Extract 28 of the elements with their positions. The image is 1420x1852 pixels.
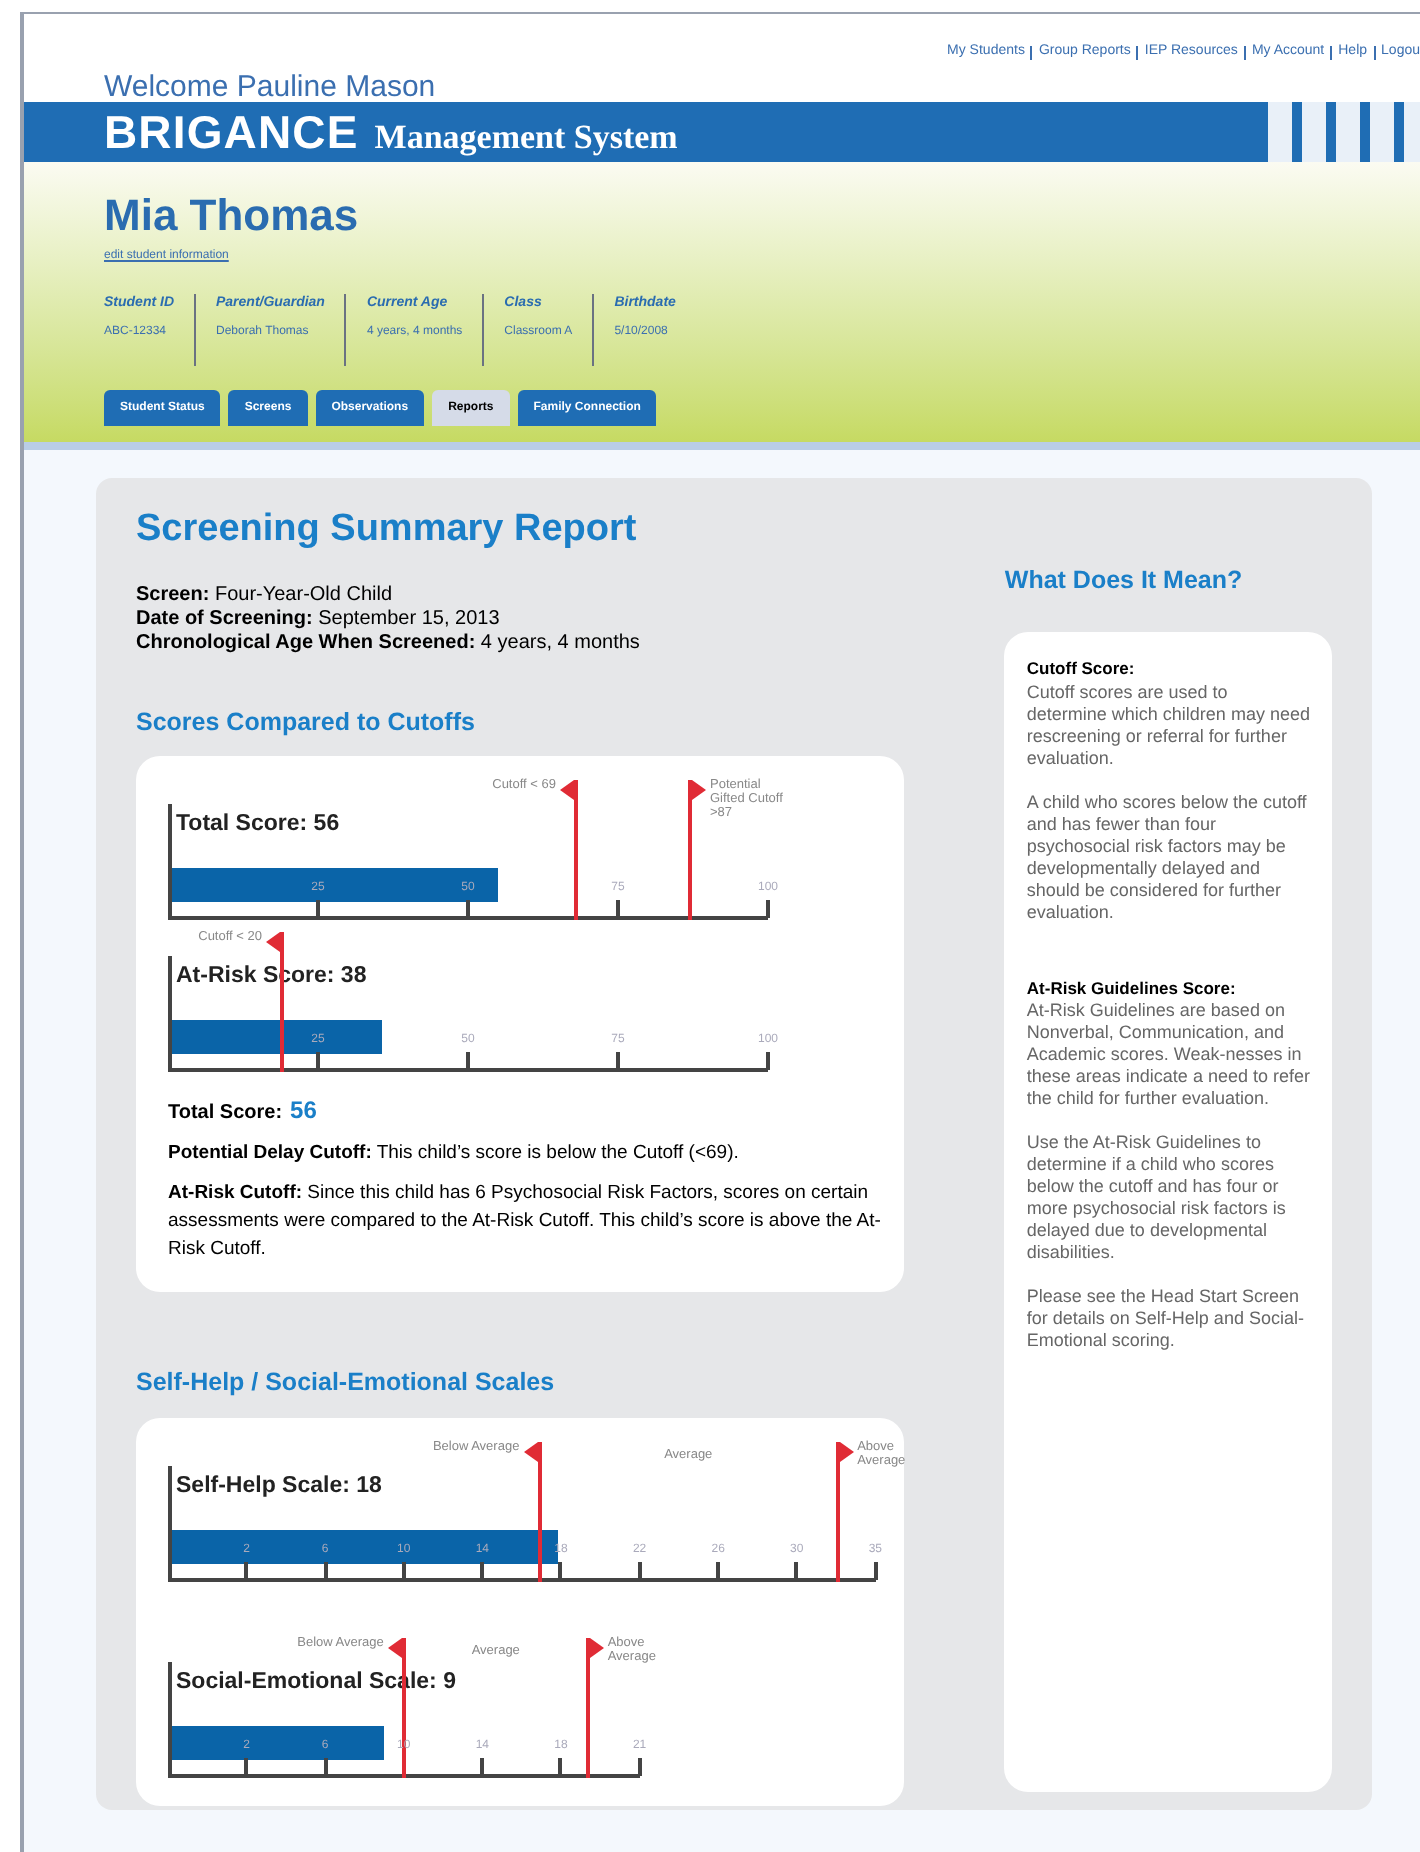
sidebar-paragraph: A child who scores below the cutoff and has fewer than four psychosocial risk factors may be developmentally delayed and should be considered for further evaluation. — [1026, 791, 1309, 923]
block-title: At-Risk Guidelines Score: — [1026, 975, 1238, 1001]
detail-line: Screen: Four-Year-Old Child — [136, 583, 395, 607]
sidebar-heading: What Does It Mean? — [1004, 564, 1245, 598]
sidebar-paragraph: Cutoff scores are used to determine which children may need rescreening or referral for further evaluation. — [1026, 681, 1310, 769]
section-heading: Self-Help / Social-Emotional Scales — [136, 1366, 557, 1401]
flag-icon — [266, 932, 280, 953]
sidebar-paragraph: Use the At-Risk Guidelines to determine if a child who scores below the cutoff and has four or more psychosocial risk factors is delayed due to developmental disabilities. — [1026, 1132, 1288, 1265]
sidebar-paragraph: At-Risk Guidelines are based on Nonverbal, Communication, and Academic scores. Weak-nesses in these areas indicate a need to refer the child for further evaluation. — [1026, 1000, 1310, 1111]
detail-line: Date of Screening: September 15, 2013 — [136, 607, 502, 631]
note-paragraph: At-Risk Cutoff: Since this child has 6 Psychosocial Risk Factors, scores on certain assessments were compared to the At-Risk Cutoff. This child’s score is above the At-Risk Cutoff. — [168, 1180, 883, 1265]
detail-line: Chronological Age When Screened: 4 years, 4 months — [136, 631, 642, 655]
welcome-text: Welcome Pauline Mason — [104, 68, 436, 108]
note-paragraph: Potential Delay Cutoff: This child’s score is below the Cutoff (<69). — [168, 1140, 741, 1169]
flag-icon — [560, 780, 574, 801]
scale-title: Total Score: 56 — [176, 810, 340, 841]
brand-subtitle: Management System — [374, 115, 678, 160]
stripes-icon — [1268, 102, 1420, 162]
flag-icon — [692, 780, 706, 801]
section-heading: Scores Compared to Cutoffs — [136, 705, 477, 740]
score-value: 56 — [290, 1094, 317, 1129]
block-title: Cutoff Score: — [1026, 655, 1137, 681]
scale-title: Self-Help Scale: 18 — [176, 1472, 382, 1502]
sidebar-paragraph: Please see the Head Start Screen for details on Self-Help and Social-Emotional scoring. — [1026, 1286, 1306, 1353]
brand-logo: BRIGANCE — [104, 103, 359, 162]
student-name: Mia Thomas — [104, 188, 361, 244]
score-label: Total Score: — [168, 1100, 283, 1129]
report-title: Screening Summary Report — [136, 506, 639, 554]
